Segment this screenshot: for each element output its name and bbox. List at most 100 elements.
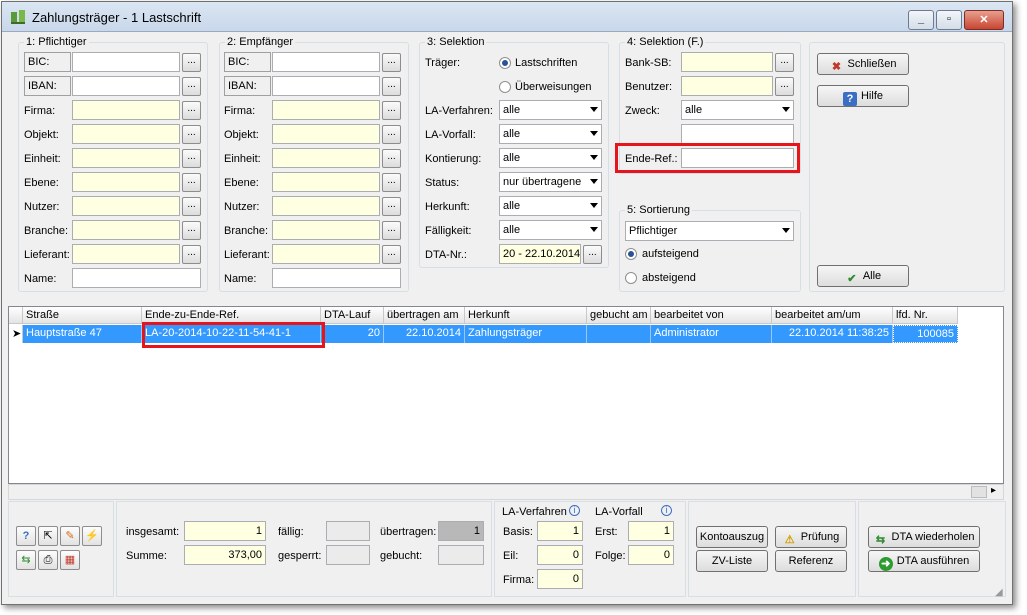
pflichtiger-ellipsis-button-1[interactable]: ... <box>182 77 201 96</box>
table-toolbar-button[interactable]: ▦ <box>60 550 80 570</box>
column-header-5[interactable]: gebucht am <box>587 307 651 324</box>
table-cell-2[interactable]: 20 <box>321 325 384 343</box>
hilfe-button[interactable]: ? Hilfe <box>817 85 909 107</box>
info-icon[interactable]: i <box>569 505 580 516</box>
radio-ueberweisungen[interactable] <box>499 81 511 93</box>
pflichtiger-ellipsis-button-2[interactable]: ... <box>182 101 201 120</box>
empfaenger-ellipsis-button-1[interactable]: ... <box>382 77 401 96</box>
bank-sb-field[interactable] <box>681 52 773 72</box>
minimize-button[interactable]: _ <box>908 10 934 30</box>
table-cell-5[interactable] <box>587 325 651 343</box>
herkunft-select[interactable]: alle <box>499 196 602 216</box>
kontierung-select[interactable]: alle <box>499 148 602 168</box>
faelligkeit-select[interactable]: alle <box>499 220 602 240</box>
column-header-6[interactable]: bearbeitet von <box>651 307 772 324</box>
scroll-thumb[interactable] <box>971 486 987 498</box>
empfaenger-field-4[interactable] <box>272 148 380 168</box>
pflichtiger-field-4[interactable] <box>72 148 180 168</box>
flash-toolbar-button[interactable]: ⚡ <box>82 526 102 546</box>
kontoauszug-button[interactable]: Kontoauszug <box>696 526 768 548</box>
alle-button[interactable]: ✔ Alle <box>817 265 909 287</box>
empfaenger-field-7[interactable] <box>272 220 380 240</box>
pflichtiger-field-9[interactable] <box>72 268 201 288</box>
pflichtiger-field-1[interactable] <box>72 76 180 96</box>
pflichtiger-ellipsis-button-3[interactable]: ... <box>182 125 201 144</box>
dta-nr-field[interactable]: 20 - 22.10.2014 <box>499 244 581 264</box>
radio-lastschriften[interactable] <box>499 57 511 69</box>
horizontal-scrollbar[interactable]: ▸ <box>8 484 1004 500</box>
empfaenger-ellipsis-button-6[interactable]: ... <box>382 197 401 216</box>
pflichtiger-ellipsis-button-0[interactable]: ... <box>182 53 201 72</box>
radio-absteigend[interactable] <box>625 272 637 284</box>
schliessen-button[interactable]: ✖ Schließen <box>817 53 909 75</box>
status-select[interactable]: nur übertragene <box>499 172 602 192</box>
table-cell-3[interactable]: 22.10.2014 <box>384 325 465 343</box>
table-cell-6[interactable]: Administrator <box>651 325 772 343</box>
empfaenger-field-2[interactable] <box>272 100 380 120</box>
empfaenger-field-6[interactable] <box>272 196 380 216</box>
pruefung-button[interactable]: ⚠ Prüfung <box>775 526 847 548</box>
pflichtiger-field-5[interactable] <box>72 172 180 192</box>
table-cell-7[interactable]: 22.10.2014 11:38:25 <box>772 325 893 343</box>
pflichtiger-field-8[interactable] <box>72 244 180 264</box>
radio-aufsteigend[interactable] <box>625 248 637 260</box>
pflichtiger-field-7[interactable] <box>72 220 180 240</box>
results-grid[interactable]: Straße Ende-zu-Ende-Ref. DTA-Lauf übertrage… <box>8 306 1004 484</box>
pflichtiger-ellipsis-button-4[interactable]: ... <box>182 149 201 168</box>
empfaenger-field-3[interactable] <box>272 124 380 144</box>
pflichtiger-field-6[interactable] <box>72 196 180 216</box>
maximize-button[interactable]: ▫ <box>936 10 962 30</box>
pflichtiger-ellipsis-button-5[interactable]: ... <box>182 173 201 192</box>
info-icon[interactable]: i <box>661 505 672 516</box>
empfaenger-field-0[interactable] <box>272 52 380 72</box>
la-vorfall-select[interactable]: alle <box>499 124 602 144</box>
empfaenger-ellipsis-button-4[interactable]: ... <box>382 149 401 168</box>
bank-sb-ellipsis-button[interactable]: ... <box>775 53 794 72</box>
pflichtiger-field-0[interactable] <box>72 52 180 72</box>
cursor-toolbar-button[interactable]: ⇱ <box>38 526 58 546</box>
pflichtiger-field-2[interactable] <box>72 100 180 120</box>
empfaenger-field-1[interactable] <box>272 76 380 96</box>
pflichtiger-ellipsis-button-6[interactable]: ... <box>182 197 201 216</box>
referenz-button[interactable]: Referenz <box>775 550 847 572</box>
empfaenger-ellipsis-button-7[interactable]: ... <box>382 221 401 240</box>
pruefung-label: Prüfung <box>800 531 840 543</box>
scroll-right-icon[interactable]: ▸ <box>991 485 996 496</box>
pflichtiger-ellipsis-button-8[interactable]: ... <box>182 245 201 264</box>
column-header-7[interactable]: bearbeitet am/um <box>772 307 893 324</box>
print-toolbar-button[interactable]: ⎙ <box>38 550 58 570</box>
zweck-select[interactable]: alle <box>681 100 794 120</box>
table-cell-0[interactable]: Hauptstraße 47 <box>23 325 142 343</box>
pflichtiger-field-3[interactable] <box>72 124 180 144</box>
table-cell-8[interactable]: 100085 <box>893 325 958 343</box>
empfaenger-ellipsis-button-2[interactable]: ... <box>382 101 401 120</box>
column-header-3[interactable]: übertragen am <box>384 307 465 324</box>
close-window-button[interactable]: ✕ <box>964 10 1004 30</box>
dta-nr-ellipsis-button[interactable]: ... <box>583 245 602 264</box>
table-cell-4[interactable]: Zahlungsträger <box>465 325 587 343</box>
sortierung-select[interactable]: Pflichtiger <box>625 221 794 241</box>
la-verfahren-select[interactable]: alle <box>499 100 602 120</box>
resize-grip-icon[interactable]: ◢ <box>995 587 1003 598</box>
column-header-8[interactable]: lfd. Nr. <box>893 307 958 324</box>
empfaenger-ellipsis-button-8[interactable]: ... <box>382 245 401 264</box>
empfaenger-field-5[interactable] <box>272 172 380 192</box>
help-toolbar-button[interactable]: ? <box>16 526 36 546</box>
column-header-4[interactable]: Herkunft <box>465 307 587 324</box>
benutzer-field[interactable] <box>681 76 773 96</box>
column-header-0[interactable]: Straße <box>23 307 142 324</box>
empfaenger-ellipsis-button-5[interactable]: ... <box>382 173 401 192</box>
dta-ausfuehren-button[interactable]: ➜ DTA ausführen <box>868 550 980 572</box>
column-header-2[interactable]: DTA-Lauf <box>321 307 384 324</box>
refresh-toolbar-button[interactable]: ⇆ <box>16 550 36 570</box>
edit-toolbar-button[interactable]: ✎ <box>60 526 80 546</box>
empfaenger-ellipsis-button-3[interactable]: ... <box>382 125 401 144</box>
empfaenger-field-8[interactable] <box>272 244 380 264</box>
empfaenger-ellipsis-button-0[interactable]: ... <box>382 53 401 72</box>
dta-wiederholen-button[interactable]: ⇆ DTA wiederholen <box>868 526 980 548</box>
benutzer-ellipsis-button[interactable]: ... <box>775 77 794 96</box>
empfaenger-field-9[interactable] <box>272 268 401 288</box>
zv-liste-button[interactable]: ZV-Liste <box>696 550 768 572</box>
zweck-extra-field[interactable] <box>681 124 794 144</box>
pflichtiger-ellipsis-button-7[interactable]: ... <box>182 221 201 240</box>
